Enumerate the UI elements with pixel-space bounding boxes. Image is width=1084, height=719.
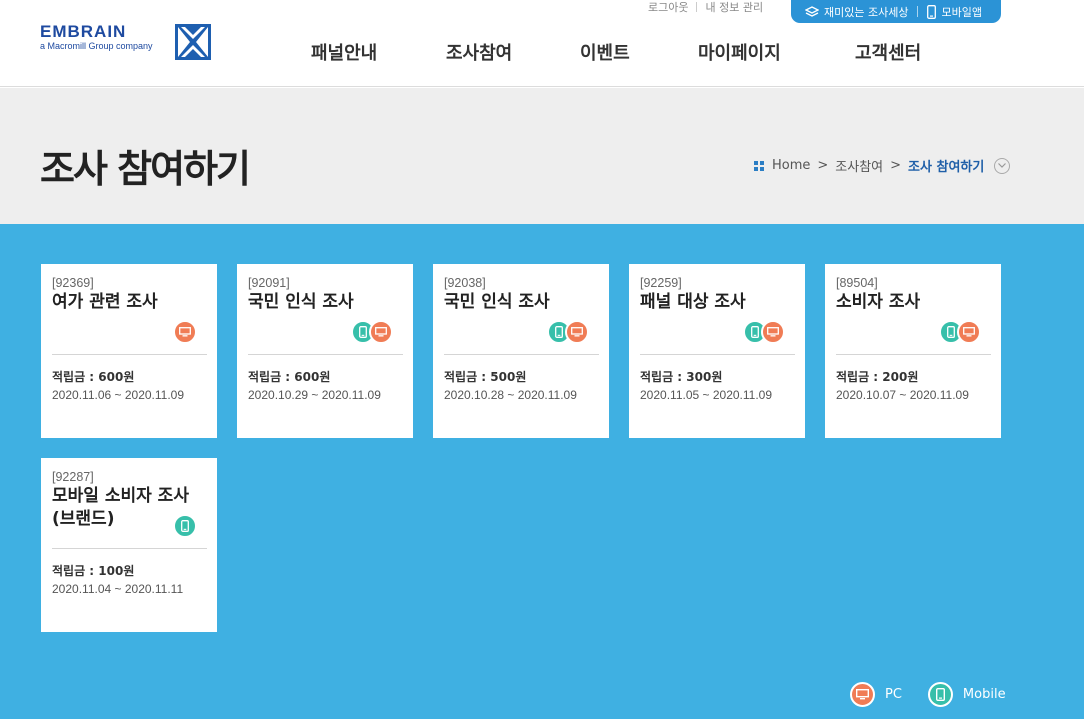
chevron-down-icon[interactable] bbox=[994, 157, 1011, 174]
survey-dates: 2020.11.06 ~ 2020.11.09 bbox=[52, 388, 185, 402]
legend-pc: PC bbox=[850, 682, 902, 707]
survey-code: [92369] bbox=[52, 276, 94, 290]
nav-panel-info[interactable]: 패널안내 bbox=[311, 39, 377, 65]
nav-events[interactable]: 이벤트 bbox=[580, 39, 630, 65]
survey-card[interactable]: [89504] 소비자 조사적립금 : 200원 2020.10.07 ~ 2020… bbox=[825, 264, 1001, 438]
my-info-link[interactable]: 내 정보 관리 bbox=[697, 0, 771, 15]
legend-pc-label: PC bbox=[885, 687, 902, 702]
survey-title[interactable]: 소비자 조사 bbox=[836, 291, 986, 314]
pc-icon bbox=[850, 682, 875, 707]
survey-title[interactable]: 패널 대상 조사 bbox=[640, 291, 790, 314]
nav-my-page[interactable]: 마이페이지 bbox=[698, 39, 781, 65]
pc-icon bbox=[369, 320, 393, 344]
main-nav: 패널안내 조사참여 이벤트 마이페이지 고객센터 bbox=[0, 39, 1084, 65]
layers-icon bbox=[805, 5, 819, 17]
survey-card[interactable]: [92259] 패널 대상 조사적립금 : 300원 2020.11.05 ~ 20… bbox=[629, 264, 805, 438]
survey-points: 적립금 : 500원 bbox=[444, 370, 527, 384]
survey-code: [92259] bbox=[640, 276, 682, 290]
survey-title[interactable]: 여가 관련 조사 bbox=[52, 291, 202, 314]
device-icons bbox=[173, 514, 197, 538]
device-icons bbox=[743, 320, 785, 344]
smartphone-icon bbox=[927, 4, 937, 19]
survey-card[interactable]: [92091] 국민 인식 조사적립금 : 600원 2020.10.29 ~ 20… bbox=[237, 264, 413, 438]
breadcrumb-survey[interactable]: 조사참여 bbox=[835, 156, 883, 175]
device-icons bbox=[547, 320, 589, 344]
fun-survey-link[interactable]: 재미있는 조사세상 bbox=[805, 0, 908, 20]
survey-points: 적립금 : 200원 bbox=[836, 370, 919, 384]
nav-survey-participation[interactable]: 조사참여 bbox=[446, 39, 512, 65]
fun-survey-label: 재미있는 조사세상 bbox=[824, 5, 909, 19]
survey-code: [92038] bbox=[444, 276, 486, 290]
card-divider bbox=[52, 354, 207, 355]
breadcrumb-separator: > bbox=[817, 158, 829, 173]
card-divider bbox=[248, 354, 403, 355]
card-divider bbox=[52, 548, 207, 549]
pill-divider bbox=[917, 6, 919, 17]
survey-code: [92091] bbox=[248, 276, 290, 290]
survey-dates: 2020.11.05 ~ 2020.11.09 bbox=[640, 388, 773, 402]
device-icons bbox=[351, 320, 393, 344]
breadcrumb: Home > 조사참여 > 조사 참여하기 bbox=[754, 156, 1011, 175]
pc-icon bbox=[173, 320, 197, 344]
survey-code: [92287] bbox=[52, 470, 94, 484]
utility-links: 로그아웃 내 정보 관리 bbox=[640, 0, 771, 14]
survey-code: [89504] bbox=[836, 276, 878, 290]
pc-icon bbox=[565, 320, 589, 344]
survey-card[interactable]: [92038] 국민 인식 조사적립금 : 500원 2020.10.28 ~ 20… bbox=[433, 264, 609, 438]
legend-mobile-label: Mobile bbox=[962, 687, 1006, 702]
survey-points: 적립금 : 300원 bbox=[640, 370, 723, 384]
breadcrumb-separator: > bbox=[890, 158, 902, 173]
survey-list-area: [92369] 여가 관련 조사적립금 : 600원 2020.11.06 ~ 20… bbox=[0, 224, 1084, 719]
breadcrumb-home[interactable]: Home bbox=[772, 158, 810, 173]
mobile-icon bbox=[927, 682, 953, 707]
logout-link[interactable]: 로그아웃 bbox=[640, 0, 696, 15]
pc-icon bbox=[761, 320, 785, 344]
legend-mobile: Mobile bbox=[927, 682, 1006, 707]
survey-dates: 2020.11.04 ~ 2020.11.11 bbox=[52, 582, 184, 596]
site-header: EMBRAIN a Macromill Group company 로그아웃 내… bbox=[0, 0, 1084, 87]
app-links-pill: 재미있는 조사세상 모바일앱 bbox=[791, 0, 1001, 23]
page-title: 조사 참여하기 bbox=[40, 147, 251, 191]
survey-dates: 2020.10.28 ~ 2020.11.09 bbox=[444, 388, 577, 402]
survey-points: 적립금 : 100원 bbox=[52, 564, 135, 578]
title-band: 조사 참여하기 Home > 조사참여 > 조사 참여하기 bbox=[0, 88, 1084, 224]
survey-points: 적립금 : 600원 bbox=[248, 370, 331, 384]
device-icons bbox=[939, 320, 981, 344]
card-divider bbox=[836, 354, 991, 355]
breadcrumb-current: 조사 참여하기 bbox=[908, 160, 985, 175]
device-legend: PC Mobile bbox=[850, 682, 1032, 707]
survey-points: 적립금 : 600원 bbox=[52, 370, 135, 384]
survey-dates: 2020.10.29 ~ 2020.11.09 bbox=[248, 388, 381, 402]
card-divider bbox=[640, 354, 795, 355]
survey-card[interactable]: [92287] 모바일 소비자 조사(브랜드) 적립금 : 100원 2020.11.… bbox=[41, 458, 217, 632]
survey-title[interactable]: 국민 인식 조사 bbox=[444, 291, 594, 314]
device-icons bbox=[173, 320, 197, 344]
survey-title[interactable]: 국민 인식 조사 bbox=[248, 291, 398, 314]
mobile-app-link[interactable]: 모바일앱 bbox=[927, 0, 982, 20]
mobile-icon bbox=[173, 514, 197, 538]
survey-card[interactable]: [92369] 여가 관련 조사적립금 : 600원 2020.11.06 ~ 20… bbox=[41, 264, 217, 438]
mobile-app-label: 모바일앱 bbox=[941, 5, 982, 19]
home-grid-icon bbox=[754, 160, 764, 171]
survey-dates: 2020.10.07 ~ 2020.11.09 bbox=[836, 388, 969, 402]
pc-icon bbox=[957, 320, 981, 344]
nav-customer-center[interactable]: 고객센터 bbox=[855, 39, 921, 65]
card-divider bbox=[444, 354, 599, 355]
